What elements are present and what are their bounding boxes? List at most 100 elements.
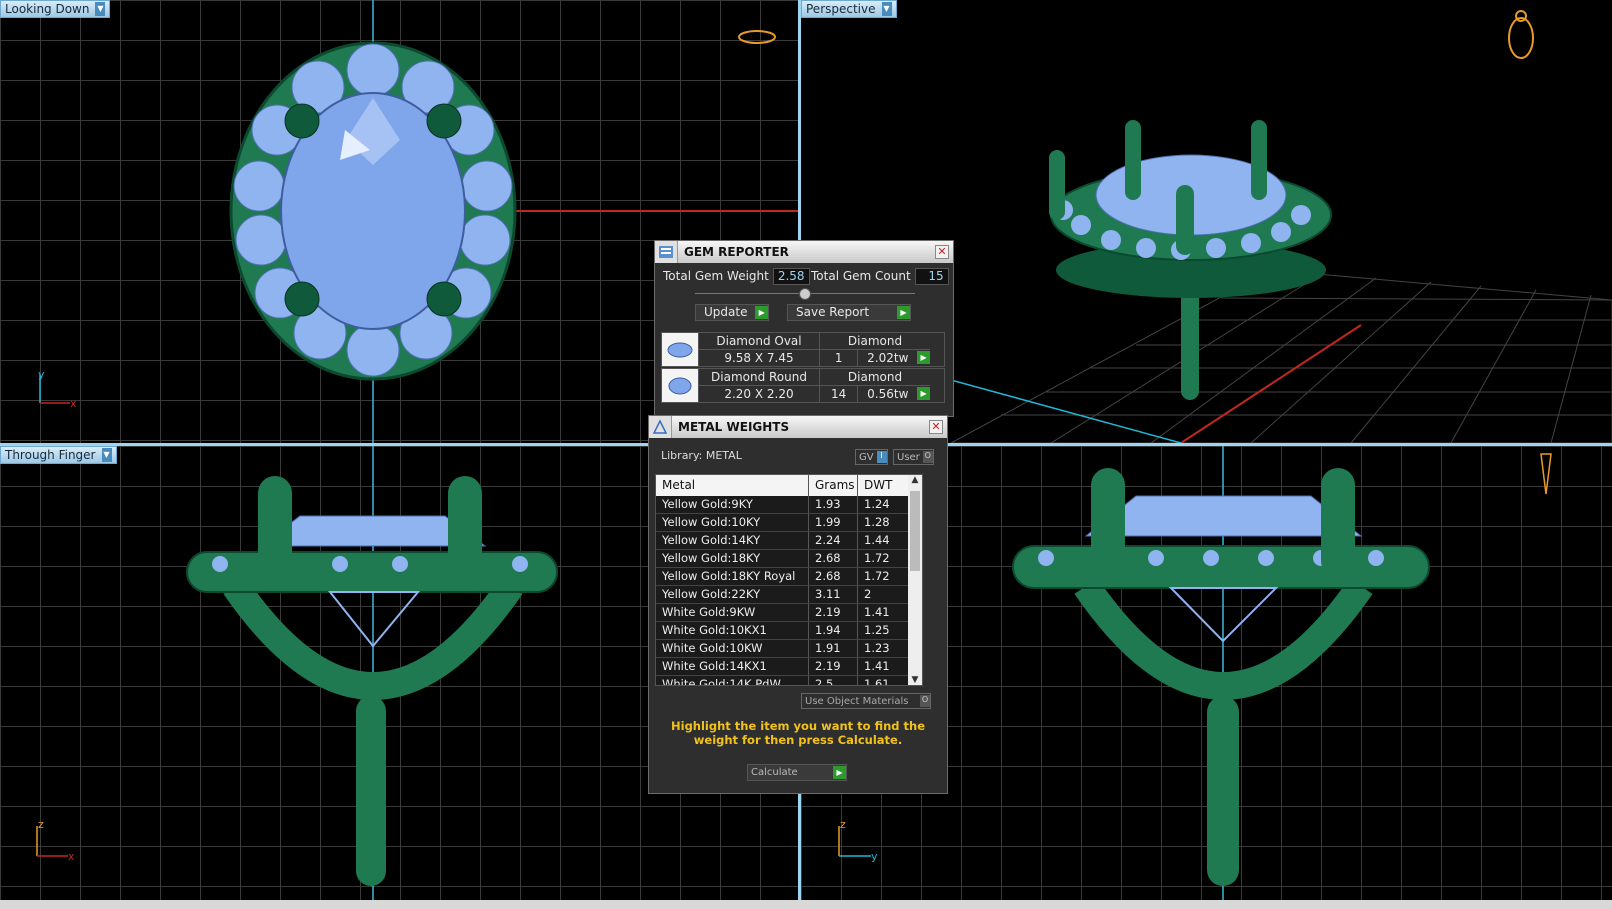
metal-dwt: 1.44: [864, 533, 890, 547]
table-row[interactable]: Yellow Gold:10KY 1.99 1.28: [656, 514, 922, 532]
metal-dwt: 1.24: [864, 497, 890, 511]
metal-table[interactable]: Metal Grams DWT Yellow Gold:9KY 1.93 1.24 …: [655, 474, 923, 686]
total-gem-count-value: 15: [914, 267, 949, 285]
gem-count: 14: [820, 386, 859, 402]
update-button-label: Update: [704, 305, 748, 319]
metal-name: White Gold:14KX1: [656, 658, 809, 675]
calculate-button-label: Calculate: [751, 767, 798, 778]
metal-grams: 2.5: [809, 676, 858, 685]
play-icon: ▶: [833, 766, 846, 779]
calculate-button[interactable]: Calculate ▶: [747, 764, 847, 781]
play-icon: ▶: [897, 306, 910, 319]
toggle-on-icon: I: [876, 451, 887, 463]
metal-table-body: Yellow Gold:9KY 1.93 1.24 Yellow Gold:10KY…: [656, 496, 922, 686]
user-toggle[interactable]: User O: [893, 449, 934, 465]
chevron-down-icon[interactable]: ▼: [95, 2, 106, 16]
viewport-label-top[interactable]: Looking Down ▼: [0, 0, 111, 18]
play-icon[interactable]: ▶: [917, 351, 930, 364]
update-button[interactable]: Update ▶: [695, 304, 769, 321]
table-row[interactable]: Yellow Gold:22KY 3.11 2: [656, 586, 922, 604]
oval-gem-icon: [662, 333, 699, 366]
metal-name: Yellow Gold:18KY Royal: [656, 568, 809, 585]
metal-name: White Gold:9KW: [656, 604, 809, 621]
gem-name: Diamond Round: [699, 369, 819, 386]
calculate-hint: Highlight the item you want to find the …: [671, 719, 925, 747]
gem-row[interactable]: Diamond Oval 9.58 X 7.45 Diamond 1 2.02t…: [661, 332, 945, 367]
metal-grams: 1.93: [809, 496, 858, 513]
table-row[interactable]: Yellow Gold:14KY 2.24 1.44: [656, 532, 922, 550]
library-label: Library: METAL: [661, 449, 742, 462]
table-row[interactable]: White Gold:14K PdW 2.5 1.61: [656, 676, 922, 686]
svg-text:z: z: [840, 818, 846, 831]
metal-grams: 2.19: [809, 604, 858, 621]
gem-material: Diamond: [820, 369, 930, 386]
gem-size: 9.58 X 7.45: [724, 351, 794, 365]
metal-name: Yellow Gold:18KY: [656, 550, 809, 567]
gem-weight: 0.56tw: [867, 387, 909, 401]
table-row[interactable]: Yellow Gold:18KY 2.68 1.72: [656, 550, 922, 568]
gem-reporter-titlebar[interactable]: GEM REPORTER ✕: [655, 241, 953, 263]
viewport-label-perspective[interactable]: Perspective ▼: [801, 0, 897, 18]
save-report-button-label: Save Report: [796, 305, 870, 319]
scrollbar-thumb[interactable]: [910, 491, 920, 571]
metal-table-header: Metal Grams DWT: [656, 475, 922, 496]
scrollbar[interactable]: ▲ ▼: [908, 475, 922, 685]
metal-grams: 2.68: [809, 550, 858, 567]
close-icon[interactable]: ✕: [935, 245, 949, 259]
metal-name: Yellow Gold:9KY: [656, 496, 809, 513]
gem-row[interactable]: Diamond Round 2.20 X 2.20 Diamond 14 0.5…: [661, 368, 945, 403]
svg-text:x: x: [68, 850, 75, 863]
gem-reporter-panel: GEM REPORTER ✕ Total Gem Weight 2.58 Tot…: [654, 240, 954, 417]
table-row[interactable]: White Gold:9KW 2.19 1.41: [656, 604, 922, 622]
metal-dwt: 1.28: [864, 515, 890, 529]
metal-grams: 2.24: [809, 532, 858, 549]
column-header-metal[interactable]: Metal: [656, 475, 809, 496]
metal-name: Yellow Gold:14KY: [656, 532, 809, 549]
status-bar: [0, 900, 1612, 909]
chevron-down-icon[interactable]: ▼: [101, 448, 112, 462]
metal-weights-titlebar[interactable]: METAL WEIGHTS ✕: [649, 416, 947, 438]
metal-name: White Gold:10KW: [656, 640, 809, 657]
use-object-materials-toggle[interactable]: Use Object Materials O: [801, 693, 931, 709]
svg-text:y: y: [871, 850, 878, 863]
metal-grams: 1.91: [809, 640, 858, 657]
metal-name: Yellow Gold:10KY: [656, 514, 809, 531]
total-gem-weight-label: Total Gem Weight: [663, 269, 769, 283]
svg-text:z: z: [38, 818, 44, 831]
toggle-off-icon: O: [920, 695, 930, 707]
scale-icon: [649, 416, 672, 438]
metal-dwt: 1.41: [864, 605, 890, 619]
gem-count: 1: [820, 350, 859, 366]
svg-text:y: y: [38, 368, 45, 381]
use-object-materials-label: Use Object Materials: [805, 695, 909, 707]
gem-name: Diamond Oval: [699, 333, 819, 350]
viewport-label-front[interactable]: Through Finger ▼: [0, 446, 117, 464]
table-row[interactable]: White Gold:10KW 1.91 1.23: [656, 640, 922, 658]
gv-toggle[interactable]: GV I: [855, 449, 888, 465]
metal-grams: 1.99: [809, 514, 858, 531]
metal-weights-panel: METAL WEIGHTS ✕ Library: METAL GV I User…: [648, 415, 948, 794]
metal-dwt: 1.72: [864, 569, 890, 583]
close-icon[interactable]: ✕: [929, 420, 943, 434]
gem-reporter-title: GEM REPORTER: [684, 245, 789, 259]
metal-name: White Gold:10KX1: [656, 622, 809, 639]
table-row[interactable]: White Gold:14KX1 2.19 1.41: [656, 658, 922, 676]
gem-reporter-slider[interactable]: [695, 288, 915, 300]
metal-name: Yellow Gold:22KY: [656, 586, 809, 603]
metal-dwt: 1.61: [864, 677, 890, 686]
column-header-grams[interactable]: Grams: [809, 475, 858, 496]
total-gem-count-label: Total Gem Count: [811, 269, 911, 283]
gem-weight: 2.02tw: [867, 351, 909, 365]
slider-handle[interactable]: [799, 288, 811, 300]
table-row[interactable]: Yellow Gold:9KY 1.93 1.24: [656, 496, 922, 514]
table-row[interactable]: Yellow Gold:18KY Royal 2.68 1.72: [656, 568, 922, 586]
chevron-up-icon[interactable]: ▲: [908, 475, 922, 485]
column-header-dwt[interactable]: DWT: [858, 475, 914, 496]
play-icon[interactable]: ▶: [917, 387, 930, 400]
chevron-down-icon[interactable]: ▼: [881, 2, 892, 16]
metal-grams: 2.19: [809, 658, 858, 675]
save-report-button[interactable]: Save Report ▶: [787, 304, 911, 321]
chevron-down-icon[interactable]: ▼: [908, 675, 922, 685]
table-row[interactable]: White Gold:10KX1 1.94 1.25: [656, 622, 922, 640]
user-label: User: [897, 451, 920, 463]
